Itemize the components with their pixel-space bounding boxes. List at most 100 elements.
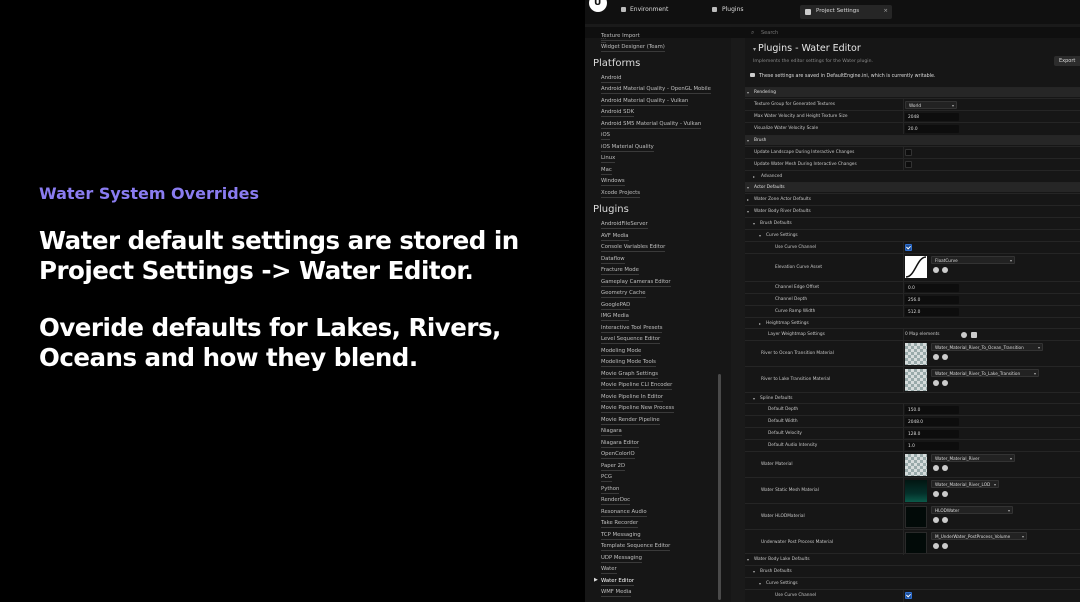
category-actor-defaults[interactable]: ▾ Actor Defaults bbox=[745, 182, 1080, 192]
export-button[interactable]: Export bbox=[1054, 56, 1080, 66]
nav-item[interactable]: Niagara Editor bbox=[601, 440, 640, 448]
use-selected-icon[interactable] bbox=[933, 267, 939, 273]
nav-item[interactable]: iOS bbox=[601, 132, 611, 140]
search-input[interactable] bbox=[761, 28, 1061, 37]
nav-item[interactable]: WMF Media bbox=[601, 589, 632, 597]
browse-icon[interactable] bbox=[942, 465, 948, 471]
nav-item[interactable]: UDP Messaging bbox=[601, 555, 642, 563]
nav-item[interactable]: Template Sequence Editor bbox=[601, 543, 671, 551]
nav-item[interactable]: Android SM5 Material Quality - Vulkan bbox=[601, 121, 702, 129]
max-velocity-field[interactable]: 2048 bbox=[905, 113, 959, 121]
nav-item[interactable]: Dataflow bbox=[601, 256, 625, 264]
nav-scrollbar[interactable] bbox=[718, 374, 721, 600]
nav-item[interactable]: PCG bbox=[601, 474, 612, 482]
close-tab-icon[interactable]: × bbox=[883, 8, 888, 14]
property-row[interactable]: ▾ Spline Defaults bbox=[745, 392, 1080, 403]
lake-use-curve-channel-checkbox[interactable] bbox=[905, 592, 912, 599]
default-width-field[interactable]: 2048.0 bbox=[905, 418, 959, 426]
property-row[interactable]: ▸ Water Zone Actor Defaults bbox=[745, 193, 1080, 205]
channel-depth-field[interactable]: 256.0 bbox=[905, 296, 959, 304]
tab-plugins[interactable]: Plugins bbox=[722, 6, 744, 13]
update-landscape-checkbox[interactable] bbox=[905, 149, 912, 156]
nav-item[interactable]: Mac bbox=[601, 167, 612, 175]
add-icon[interactable] bbox=[961, 332, 967, 338]
water-material-dropdown[interactable]: Water_Material_River ▾ bbox=[931, 454, 1015, 462]
nav-item[interactable]: IMG Media bbox=[601, 313, 629, 321]
tab-project-settings[interactable]: Project Settings × bbox=[800, 5, 892, 19]
river-ocean-dropdown[interactable]: Water_Material_River_To_Ocean_Transition… bbox=[931, 343, 1043, 351]
browse-icon[interactable] bbox=[942, 267, 948, 273]
property-row[interactable]: ▾ Brush Defaults bbox=[745, 217, 1080, 229]
nav-item-water-editor-selected[interactable]: Water Editor bbox=[601, 578, 635, 586]
property-row[interactable]: ▸ Advanced bbox=[745, 170, 1080, 181]
nav-item[interactable]: OpenColorIO bbox=[601, 451, 635, 459]
collapse-icon[interactable]: ▾ bbox=[753, 46, 756, 53]
nav-item[interactable]: Modeling Mode bbox=[601, 348, 642, 356]
nav-item[interactable]: Console Variables Editor bbox=[601, 244, 666, 252]
property-row[interactable]: ▾ Curve Settings bbox=[745, 577, 1080, 589]
nav-item[interactable]: Windows bbox=[601, 178, 625, 186]
nav-item[interactable]: Android bbox=[601, 75, 622, 83]
nav-item[interactable]: Niagara bbox=[601, 428, 622, 436]
nav-item[interactable]: Movie Pipeline In Editor bbox=[601, 394, 664, 402]
nav-item[interactable]: Take Recorder bbox=[601, 520, 639, 528]
nav-item[interactable]: Movie Render Pipeline bbox=[601, 417, 660, 425]
channel-edge-offset-field[interactable]: 0.0 bbox=[905, 284, 959, 292]
underwater-post-dropdown[interactable]: M_UnderWater_PostProcess_Volume ▾ bbox=[931, 532, 1027, 540]
nav-item[interactable]: Fracture Mode bbox=[601, 267, 639, 275]
trash-icon[interactable] bbox=[971, 332, 977, 338]
property-row[interactable]: ▾ Curve Settings bbox=[745, 229, 1080, 241]
browse-icon[interactable] bbox=[942, 491, 948, 497]
use-selected-icon[interactable] bbox=[933, 517, 939, 523]
nav-item[interactable]: Water bbox=[601, 566, 617, 574]
nav-item[interactable]: Linux bbox=[601, 155, 616, 163]
texture-group-dropdown[interactable]: World ▾ bbox=[905, 101, 957, 109]
static-mesh-material-dropdown[interactable]: Water_Material_River_LOD ▾ bbox=[931, 480, 999, 488]
browse-icon[interactable] bbox=[942, 543, 948, 549]
nav-item[interactable]: Gameplay Cameras Editor bbox=[601, 279, 671, 287]
use-selected-icon[interactable] bbox=[933, 380, 939, 386]
browse-icon[interactable] bbox=[942, 517, 948, 523]
nav-item[interactable]: Level Sequence Editor bbox=[601, 336, 661, 344]
nav-item[interactable]: Movie Pipeline New Process bbox=[601, 405, 675, 413]
nav-item[interactable]: Paper 2D bbox=[601, 463, 626, 471]
nav-item[interactable]: Android SDK bbox=[601, 109, 635, 117]
browse-icon[interactable] bbox=[942, 380, 948, 386]
default-audio-field[interactable]: 1.0 bbox=[905, 442, 959, 450]
use-selected-icon[interactable] bbox=[933, 354, 939, 360]
use-selected-icon[interactable] bbox=[933, 465, 939, 471]
use-selected-icon[interactable] bbox=[933, 491, 939, 497]
nav-item-texture-import[interactable]: Texture Import bbox=[601, 33, 640, 41]
nav-item[interactable]: Modeling Mode Tools bbox=[601, 359, 656, 367]
nav-item[interactable]: RenderDoc bbox=[601, 497, 631, 505]
default-velocity-field[interactable]: 128.0 bbox=[905, 430, 959, 438]
property-row[interactable]: ▸ Heightmap Settings bbox=[745, 317, 1080, 328]
nav-item[interactable]: Resonance Audio bbox=[601, 509, 647, 517]
nav-item[interactable]: Geometry Cache bbox=[601, 290, 646, 298]
property-row[interactable]: ▾ Water Body River Defaults bbox=[745, 205, 1080, 217]
tab-environment[interactable]: Environment bbox=[630, 6, 668, 13]
use-curve-channel-checkbox[interactable] bbox=[905, 244, 912, 251]
elevation-curve-dropdown[interactable]: FloatCurve ▾ bbox=[931, 256, 1015, 264]
vis-scale-field[interactable]: 20.0 bbox=[905, 125, 959, 133]
nav-item-widget-designer[interactable]: Widget Designer (Team) bbox=[601, 44, 665, 52]
property-row[interactable]: ▾ Brush Defaults bbox=[745, 565, 1080, 577]
nav-item[interactable]: GooglePAD bbox=[601, 302, 631, 310]
nav-item[interactable]: Interactive Tool Presets bbox=[601, 325, 663, 333]
nav-item[interactable]: Python bbox=[601, 486, 620, 494]
nav-item[interactable]: iOS Material Quality bbox=[601, 144, 654, 152]
browse-icon[interactable] bbox=[942, 354, 948, 360]
nav-item[interactable]: Android Material Quality - Vulkan bbox=[601, 98, 689, 106]
default-depth-field[interactable]: 150.0 bbox=[905, 406, 959, 414]
nav-item[interactable]: Android Material Quality - OpenGL Mobile bbox=[601, 86, 711, 94]
river-lake-dropdown[interactable]: Water_Material_River_To_Lake_Transition ▾ bbox=[931, 369, 1039, 377]
nav-item[interactable]: Movie Pipeline CLI Encoder bbox=[601, 382, 673, 390]
nav-item[interactable]: Movie Graph Settings bbox=[601, 371, 659, 379]
curve-ramp-width-field[interactable]: 512.0 bbox=[905, 308, 959, 316]
category-rendering[interactable]: ▾ Rendering bbox=[745, 87, 1080, 97]
update-mesh-checkbox[interactable] bbox=[905, 161, 912, 168]
nav-item[interactable]: TCP Messaging bbox=[601, 532, 641, 540]
nav-item[interactable]: AndroidFileServer bbox=[601, 221, 648, 229]
nav-item[interactable]: AVF Media bbox=[601, 233, 629, 241]
category-brush[interactable]: ▾ Brush bbox=[745, 135, 1080, 145]
